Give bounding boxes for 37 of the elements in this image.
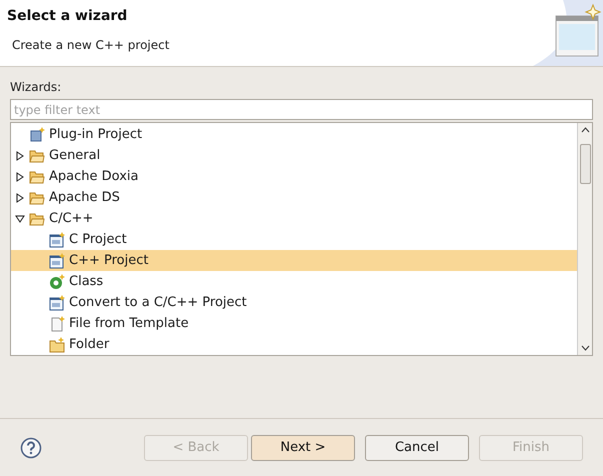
project-icon — [49, 294, 65, 310]
folder-icon — [29, 190, 45, 204]
tree-item[interactable]: Apache Doxia — [11, 166, 577, 187]
wizards-label: Wizards: — [10, 79, 62, 96]
dialog-button[interactable]: Next > — [251, 434, 355, 460]
scroll-down-icon[interactable] — [580, 343, 590, 352]
folder-icon — [29, 170, 45, 184]
tree-item[interactable]: Apache DS — [11, 187, 577, 208]
plugin-icon — [29, 126, 45, 142]
wizard-title: Select a wizard — [7, 7, 128, 26]
class-icon — [49, 274, 65, 290]
project-icon — [49, 232, 65, 248]
tree-item[interactable]: Class — [11, 271, 577, 292]
expand-arrow-icon[interactable] — [15, 172, 25, 182]
help-icon[interactable] — [20, 436, 42, 458]
tree-item[interactable]: File from Template — [11, 313, 577, 334]
tree-item[interactable]: Folder — [11, 334, 577, 355]
folder-icon — [49, 336, 65, 352]
scrollbar-thumb[interactable] — [580, 144, 590, 184]
filter-field[interactable]: type filter text — [10, 99, 593, 120]
dialog-button[interactable]: Cancel — [365, 434, 469, 460]
collapse-arrow-icon[interactable] — [15, 214, 25, 224]
tree-item[interactable]: Convert to a C/C++ Project — [11, 292, 577, 313]
tree-item[interactable]: General — [11, 145, 577, 166]
tree-item[interactable]: C++ Project — [11, 250, 577, 271]
expand-arrow-icon[interactable] — [15, 192, 25, 202]
tree-item[interactable]: Plug-in Project — [11, 124, 577, 145]
tree-item[interactable]: C/C++ — [11, 208, 577, 229]
folder-icon — [29, 212, 45, 226]
file-icon — [49, 316, 65, 332]
tree-item[interactable]: C Project — [11, 229, 577, 250]
expand-arrow-icon[interactable] — [15, 150, 25, 160]
project-icon — [49, 252, 65, 268]
wizard-subtitle: Create a new C++ project — [11, 37, 170, 54]
folder-icon — [29, 148, 45, 162]
scroll-up-icon[interactable] — [580, 126, 590, 135]
scrollbar[interactable] — [577, 123, 592, 355]
